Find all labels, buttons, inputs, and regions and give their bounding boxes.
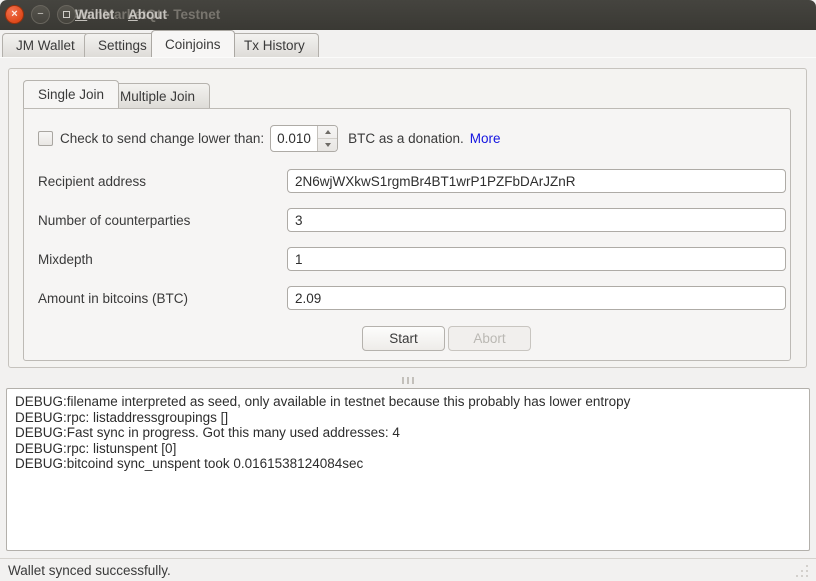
spin-up-button[interactable] [318,126,337,139]
log-line: DEBUG:bitcoind sync_unspent took 0.01615… [15,456,801,472]
arrow-up-icon [325,130,331,134]
titlebar[interactable]: × − JoinMarketQt - Testnet Wallet About [0,0,816,30]
amount-btc-input[interactable] [287,286,786,310]
mixdepth-input[interactable] [287,247,786,271]
donation-suffix-label: BTC as a donation. [348,131,464,146]
counterparties-label: Number of counterparties [38,213,190,228]
tab-multiple-join[interactable]: Multiple Join [105,83,210,108]
tab-tx-history[interactable]: Tx History [230,33,319,57]
menu-wallet[interactable]: Wallet [75,7,114,22]
single-join-pane: Check to send change lower than: BTC as … [23,108,791,361]
log-line: DEBUG:Fast sync in progress. Got this ma… [15,425,801,441]
tab-settings[interactable]: Settings [84,33,161,57]
coinjoins-groupbox: Single Join Multiple Join Check to send … [8,68,807,368]
tab-coinjoins[interactable]: Coinjoins [151,30,235,57]
maximize-glyph [63,11,70,18]
amount-btc-label: Amount in bitcoins (BTC) [38,291,188,306]
log-line: DEBUG:rpc: listaddressgroupings [] [15,410,801,426]
donation-checkbox[interactable] [38,131,53,146]
counterparties-input[interactable] [287,208,786,232]
tabpane-top-highlight [0,57,816,58]
resize-grip-icon[interactable] [792,563,808,577]
main-tabbar: JM Wallet Settings Coinjoins Tx History [0,30,816,57]
donation-checkbox-label: Check to send change lower than: [60,131,264,146]
spin-down-button[interactable] [318,139,337,151]
mixdepth-label: Mixdepth [38,252,93,267]
tab-jm-wallet[interactable]: JM Wallet [2,33,89,57]
debug-log-box[interactable]: DEBUG:filename interpreted as seed, only… [6,388,810,551]
app-window: × − JoinMarketQt - Testnet Wallet About … [0,0,816,581]
donation-amount-spinbox [270,125,338,152]
splitter-grip-icon [402,377,414,384]
splitter-handle[interactable] [0,375,816,385]
arrow-down-icon [325,143,331,147]
log-line: DEBUG:filename interpreted as seed, only… [15,394,801,410]
status-message: Wallet synced successfully. [0,563,171,578]
recipient-address-label: Recipient address [38,174,146,189]
statusbar: Wallet synced successfully. [0,558,816,581]
donation-more-link[interactable]: More [470,131,501,146]
donation-row: Check to send change lower than: BTC as … [38,125,500,152]
spin-buttons [317,126,337,151]
recipient-address-input[interactable] [287,169,786,193]
maximize-window-icon[interactable] [57,5,76,24]
donation-amount-input[interactable] [271,126,317,151]
close-window-icon[interactable]: × [5,5,24,24]
minimize-window-icon[interactable]: − [31,5,50,24]
menu-about[interactable]: About [128,7,167,22]
tab-single-join[interactable]: Single Join [23,80,119,108]
log-line: DEBUG:rpc: listunspent [0] [15,441,801,457]
abort-button: Abort [448,326,531,351]
start-button[interactable]: Start [362,326,445,351]
